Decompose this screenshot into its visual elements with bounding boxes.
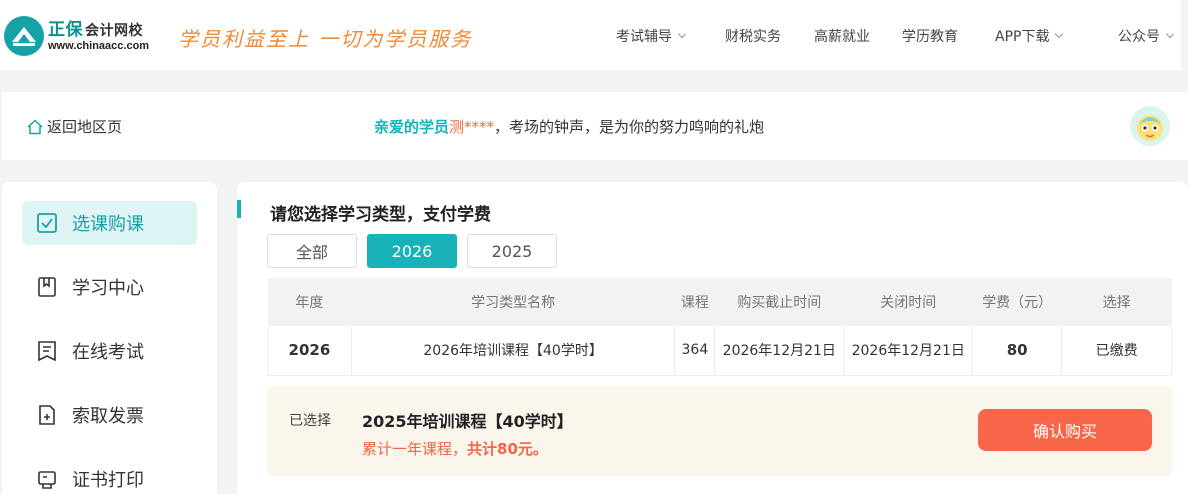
scrollbar[interactable] bbox=[1181, 0, 1188, 70]
cell-name: 2026年培训课程【40学时】 bbox=[351, 326, 676, 376]
sidebar-item-label: 选课购课 bbox=[72, 214, 144, 235]
cell-deadline: 2026年12月21日 bbox=[714, 326, 845, 376]
nav-label: APP下载 bbox=[995, 29, 1050, 45]
invoice-icon bbox=[39, 405, 55, 425]
sidebar-item-request-invoice[interactable]: 索取发票 bbox=[22, 393, 197, 437]
checkbox-icon bbox=[37, 213, 57, 233]
chevron-down-icon bbox=[1165, 29, 1175, 39]
nav-label: 公众号 bbox=[1118, 29, 1160, 45]
chevron-down-icon bbox=[1055, 29, 1064, 39]
nav-degree-education[interactable]: 学历教育 bbox=[902, 26, 958, 46]
sidebar-item-course-selection[interactable]: 选课购课 bbox=[22, 201, 197, 245]
nav-official-account[interactable]: 公众号 bbox=[1118, 26, 1175, 46]
avatar[interactable] bbox=[1130, 106, 1170, 146]
exam-icon bbox=[38, 341, 56, 362]
column-header-select: 选择 bbox=[1061, 278, 1172, 326]
sidebar-item-label: 在线考试 bbox=[72, 342, 144, 363]
nav-tax-practice[interactable]: 财税实务 bbox=[725, 26, 781, 46]
sidebar-item-study-center[interactable]: 学习中心 bbox=[22, 265, 197, 309]
tab-all[interactable]: 全部 bbox=[267, 234, 357, 268]
selected-course-name: 2025年培训课程【40学时】 bbox=[362, 412, 573, 431]
nav-exam-guidance[interactable]: 考试辅导 bbox=[616, 26, 687, 46]
column-header-close-time: 关闭时间 bbox=[843, 278, 973, 326]
sidebar-item-label: 学习中心 bbox=[72, 278, 144, 299]
table-header-row: 年度 学习类型名称 课程 购买截止时间 关闭时间 学费（元） 选择 bbox=[267, 278, 1172, 326]
chevron-down-icon bbox=[677, 29, 687, 39]
tab-2026[interactable]: 2026 bbox=[367, 234, 457, 268]
region-bar: 返回地区页 亲爱的学员测****，考场的钟声，是为你的努力鸣响的礼炮 bbox=[2, 92, 1188, 160]
printer-icon bbox=[38, 471, 56, 489]
column-header-courses: 课程 bbox=[674, 278, 715, 326]
sidebar-item-certificate-print[interactable]: 证书打印 bbox=[22, 457, 197, 494]
page-title: 请您选择学习类型，支付学费 bbox=[270, 205, 491, 225]
cell-fee: 80 bbox=[972, 326, 1063, 376]
column-header-deadline: 购买截止时间 bbox=[714, 278, 844, 326]
nav-label: 高薪就业 bbox=[814, 29, 870, 45]
nav-app-download[interactable]: APP下载 bbox=[995, 26, 1064, 46]
top-header: 正保 会计网校 www.chinaacc.com 学员利益至上 一切为学员服务 考… bbox=[0, 0, 1188, 70]
brand-name[interactable]: 正保 会计网校 bbox=[48, 15, 143, 40]
title-accent-bar bbox=[237, 200, 241, 218]
column-header-name: 学习类型名称 bbox=[351, 278, 675, 326]
sidebar: 选课购课 学习中心 在线考试 索取发票 证书打印 bbox=[2, 182, 217, 494]
column-header-year: 年度 bbox=[267, 278, 352, 326]
back-to-region-link[interactable]: 返回地区页 bbox=[26, 116, 122, 137]
sidebar-item-online-exam[interactable]: 在线考试 bbox=[22, 329, 197, 373]
brand-url: www.chinaacc.com bbox=[48, 40, 150, 52]
back-label: 返回地区页 bbox=[47, 118, 123, 136]
sidebar-item-label: 索取发票 bbox=[72, 406, 144, 427]
cell-year: 2026 bbox=[267, 326, 352, 376]
selected-label: 已选择 bbox=[289, 413, 331, 429]
table-row: 2026 2026年培训课程【40学时】 364 2026年12月21日 202… bbox=[267, 326, 1172, 376]
year-tabs: 全部 2026 2025 bbox=[267, 234, 567, 268]
main-panel: 请您选择学习类型，支付学费 全部 2026 2025 年度 学习类型名称 课程 … bbox=[237, 182, 1188, 494]
nav-high-salary-jobs[interactable]: 高薪就业 bbox=[814, 26, 870, 46]
tab-2025[interactable]: 2025 bbox=[467, 234, 557, 268]
sidebar-item-label: 证书打印 bbox=[72, 470, 144, 491]
selected-total: 累计一年课程，共计80元。 bbox=[362, 440, 548, 458]
slogan: 学员利益至上 一切为学员服务 bbox=[178, 27, 473, 51]
nav-label: 考试辅导 bbox=[616, 29, 672, 45]
selection-summary: 已选择 2025年培训课程【40学时】 累计一年课程，共计80元。 确认购买 bbox=[267, 386, 1172, 476]
logo-icon[interactable] bbox=[4, 16, 44, 56]
course-table: 年度 学习类型名称 课程 购买截止时间 关闭时间 学费（元） 选择 2026 2… bbox=[267, 278, 1172, 376]
column-header-fee: 学费（元） bbox=[972, 278, 1062, 326]
cell-course-count[interactable]: 364 bbox=[674, 326, 716, 376]
confirm-purchase-button[interactable]: 确认购买 bbox=[978, 409, 1152, 451]
home-icon bbox=[27, 118, 43, 134]
nav-label: 财税实务 bbox=[725, 29, 781, 45]
greeting-text: 亲爱的学员测****，考场的钟声，是为你的努力鸣响的礼炮 bbox=[374, 118, 765, 136]
cell-close-time: 2026年12月21日 bbox=[843, 326, 974, 376]
bookmark-icon bbox=[38, 277, 56, 297]
cell-status: 已缴费 bbox=[1061, 326, 1172, 376]
nav-label: 学历教育 bbox=[902, 29, 958, 45]
